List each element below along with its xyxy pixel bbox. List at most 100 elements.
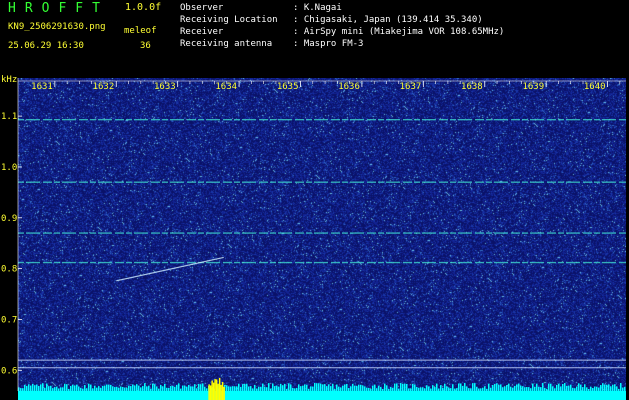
bottom-band-spike [436, 383, 438, 391]
bottom-band-spike [506, 385, 508, 391]
bottom-band-spike [68, 388, 70, 391]
bottom-band-peak [215, 379, 218, 400]
bottom-band-spike [194, 384, 196, 391]
bottom-band-spike [228, 386, 230, 391]
bottom-band-spike [474, 383, 476, 391]
bottom-band-spike [452, 384, 454, 391]
bottom-band-spike [412, 383, 414, 391]
bottom-band-spike [394, 383, 396, 391]
bottom-band-spike [428, 386, 430, 391]
bottom-band-spike [566, 385, 568, 391]
bottom-band-spike [382, 388, 384, 391]
bottom-band-peak [214, 379, 216, 400]
bottom-band-spike [242, 384, 244, 391]
bottom-band-spike [108, 384, 110, 391]
bottom-band-spike [618, 388, 620, 391]
bottom-band-spike [562, 383, 564, 391]
bottom-band-peak [208, 384, 210, 400]
bottom-band-spike [458, 383, 460, 391]
bottom-band-spike [614, 384, 616, 391]
bottom-band-spike [76, 384, 78, 391]
bottom-band-spike [408, 388, 410, 391]
bottom-band-spike [320, 383, 322, 391]
bottom-band-spike [158, 388, 160, 391]
bottom-band-spike [254, 384, 256, 391]
bottom-band-spike [144, 383, 146, 391]
bottom-band-spike [606, 384, 608, 391]
x-tick-label: 1639 [522, 82, 544, 92]
bottom-band-spike [184, 385, 186, 391]
bottom-band-spike [316, 383, 318, 391]
bottom-band-spike [180, 388, 182, 391]
bottom-band-spike [472, 383, 474, 391]
bottom-band-spike [418, 387, 420, 391]
bottom-band-spike [380, 386, 382, 391]
y-tick-label: 0.9 [1, 214, 17, 224]
bottom-band-spike [588, 388, 590, 391]
bottom-band-spike [620, 383, 622, 391]
bottom-band-spike [162, 386, 164, 391]
bottom-band-spike [278, 386, 280, 391]
bottom-band-spike [152, 383, 154, 391]
bottom-band-spike [94, 385, 96, 391]
bottom-band-spike [136, 384, 138, 391]
bottom-band-spike [84, 385, 86, 391]
bottom-band-spike [438, 388, 440, 391]
bottom-band-spike [390, 386, 392, 391]
bottom-band-spike [336, 384, 338, 391]
bottom-band-spike [584, 384, 586, 391]
bottom-band-spike [528, 387, 530, 391]
bottom-band-spike [38, 385, 40, 391]
bottom-band-spike [326, 386, 328, 391]
bottom-band-spike [196, 388, 198, 391]
bottom-band-peak [221, 381, 224, 400]
bottom-band-spike [450, 388, 452, 391]
bottom-band-spike [462, 385, 464, 391]
bottom-band-spike [322, 384, 324, 391]
x-tick-label: 1632 [93, 82, 115, 92]
bottom-band-spike [174, 386, 176, 391]
bottom-band-spike [260, 386, 262, 391]
bottom-band-spike [44, 387, 46, 391]
bottom-band-spike [256, 388, 258, 391]
bottom-band-spike [622, 387, 624, 391]
bottom-band-spike [92, 388, 94, 391]
bottom-band-spike [434, 387, 436, 391]
bottom-band-spike [250, 386, 252, 391]
bottom-band-spike [130, 386, 132, 391]
bottom-band-spike [538, 386, 540, 391]
bottom-band-spike [300, 386, 302, 391]
bottom-band-spike [404, 383, 406, 391]
bottom-band-peak [220, 384, 222, 400]
bottom-band-spike [100, 387, 102, 391]
bottom-band-spike [304, 384, 306, 391]
bottom-band-spike [444, 383, 446, 391]
bottom-band-spike [350, 386, 352, 391]
bottom-band-fill [18, 391, 626, 400]
bottom-band-spike [290, 384, 292, 391]
bottom-band-spike [624, 386, 626, 391]
bottom-band-spike [582, 387, 584, 391]
bottom-band-spike [32, 383, 34, 391]
bottom-band-spike [396, 383, 398, 391]
bottom-band-spike [182, 385, 184, 391]
bottom-band-spike [490, 387, 492, 391]
bottom-band-spike [34, 385, 36, 391]
bottom-band-spike [406, 383, 408, 391]
bottom-band-spike [294, 388, 296, 391]
bottom-band-spike [568, 385, 570, 391]
bottom-band-spike [166, 387, 168, 391]
bottom-band-spike [36, 384, 38, 391]
bottom-band-spike [142, 386, 144, 391]
bottom-band-spike [282, 385, 284, 391]
bottom-band-spike [46, 383, 48, 391]
bottom-band-spike [118, 387, 120, 391]
spectrogram-chart: 1631 1632 1633 1634 1635 1636 1637 1638 1639 1640… [1, 75, 626, 400]
bottom-band-spike [532, 383, 534, 391]
bottom-band-spike [200, 384, 202, 391]
bottom-band-spike [126, 387, 128, 391]
bottom-band-spike [20, 388, 22, 391]
bottom-band-spike [82, 388, 84, 391]
bottom-band-spike [154, 384, 156, 391]
bottom-band-spike [604, 384, 606, 391]
